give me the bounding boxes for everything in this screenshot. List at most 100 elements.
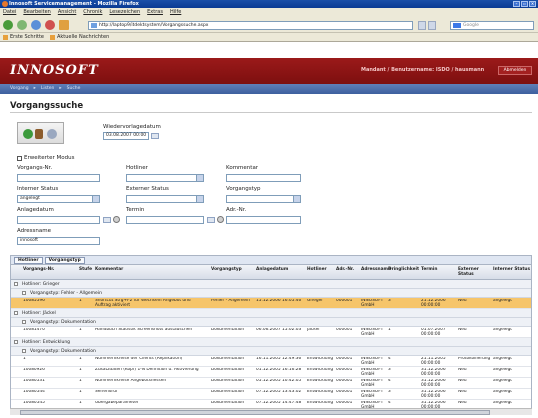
table-cell: 06.06.2007 15:02:03 <box>256 328 302 332</box>
column-header[interactable]: Anlagedatum <box>256 267 304 273</box>
calendar-icon[interactable] <box>151 133 159 139</box>
externer-status-label: Externer Status <box>126 186 169 192</box>
bookmark-erste-schritte[interactable]: Erste Schritte <box>3 33 44 41</box>
go-icon[interactable] <box>428 21 436 30</box>
table-cell: 1 <box>79 379 82 383</box>
crumb-suche[interactable]: Suche <box>67 84 81 94</box>
group-panel: Hotliner Vorgangstyp <box>11 256 531 265</box>
minimize-icon[interactable]: – <box>513 1 520 7</box>
erweitert-label: Erweiterter Modus <box>24 155 75 161</box>
kommentar-label: Kommentar <box>226 165 259 171</box>
calendar-icon[interactable] <box>103 217 111 223</box>
vorgangs-nr-input[interactable] <box>17 174 100 182</box>
search-go-icon[interactable] <box>23 129 33 139</box>
back-icon[interactable] <box>3 20 13 30</box>
collapse-icon[interactable] <box>14 282 18 286</box>
stop-icon[interactable] <box>45 20 55 30</box>
horizontal-scrollbar[interactable] <box>10 408 532 415</box>
anlagedatum-input[interactable] <box>17 216 100 224</box>
externer-status-select[interactable] <box>126 195 204 203</box>
hotliner-select[interactable] <box>126 174 204 182</box>
forward-icon[interactable] <box>17 20 27 30</box>
clock-icon[interactable] <box>113 216 120 223</box>
collapse-icon[interactable] <box>14 311 18 315</box>
vorgangstyp-select[interactable] <box>226 195 301 203</box>
search-input[interactable]: Google <box>450 21 534 30</box>
table-row[interactable]: 10080544 1 Seriendruf Dokumentation 07.12.20… <box>11 389 531 400</box>
adr-nr-input[interactable] <box>226 216 301 224</box>
table-cell: 000001 <box>336 368 353 372</box>
table-cell: Dokumentation <box>211 357 245 361</box>
calendar-icon[interactable] <box>207 217 215 223</box>
table-cell: Dokumentation <box>211 390 245 394</box>
group-row[interactable]: Vorgangstyp: Fehler - Allgemein <box>11 289 531 298</box>
column-header[interactable]: Termin <box>421 267 457 273</box>
collapse-icon[interactable] <box>22 320 26 324</box>
bookmark-icon <box>3 34 8 40</box>
menu-bar: Datei Bearbeiten Ansicht Chronik Lesezei… <box>0 8 538 17</box>
collapse-icon[interactable] <box>14 340 18 344</box>
table-cell: Entwicklung <box>307 357 334 361</box>
column-header[interactable]: Externer Status <box>458 267 491 277</box>
breadcrumb: Vorgang ▸ Listen ▸ Suche <box>0 84 538 94</box>
scrollbar-thumb[interactable] <box>20 410 490 415</box>
interner-status-select[interactable]: angelegt <box>17 195 100 203</box>
table-cell: 1 <box>79 401 82 405</box>
table-row[interactable]: 10080531 1 Nummernkreise Angebotsnessen Dok… <box>11 378 531 389</box>
dropdown-arrow-icon[interactable] <box>418 21 426 30</box>
reload-icon[interactable] <box>31 20 41 30</box>
menu-extras[interactable]: Extras <box>147 8 163 17</box>
group-chip-hotliner[interactable]: Hotliner <box>14 257 43 264</box>
group-row[interactable]: Vorgangstyp: Dokumentation <box>11 318 531 327</box>
column-header[interactable]: Adressname <box>361 267 391 273</box>
menu-lesezeichen[interactable]: Lesezeichen <box>109 8 140 17</box>
column-header[interactable]: Adr.-Nr. <box>336 267 360 273</box>
table-row[interactable]: 1 1 Nummernkreise der Clients (Replikation… <box>11 356 531 367</box>
group-row[interactable]: Hotliner: Entwicklung <box>11 338 531 347</box>
reset-icon[interactable] <box>47 129 57 139</box>
column-header[interactable]: Vorgangstyp <box>211 267 255 273</box>
column-header[interactable]: Hotliner <box>307 267 334 273</box>
menu-hilfe[interactable]: Hilfe <box>170 8 181 17</box>
edit-icon[interactable] <box>35 129 43 139</box>
adressname-input[interactable]: innosoft <box>17 237 100 245</box>
table-row[interactable]: 10081470 1 Handbuch Statistik Screenshots … <box>11 327 531 338</box>
column-header[interactable]: Vorgangs-Nr. <box>23 267 77 273</box>
table-cell: 000001 <box>336 401 353 405</box>
table-cell: 31.12.2006 00:00:00 <box>421 368 446 377</box>
erweitert-checkbox[interactable] <box>17 156 22 161</box>
menu-ansicht[interactable]: Ansicht <box>58 8 76 17</box>
wiedervorlage-input[interactable]: 03.08.2007 00:00 <box>103 132 149 140</box>
logout-button[interactable]: Abmelden <box>498 66 532 75</box>
group-row[interactable]: Hotliner: Jäckel <box>11 309 531 318</box>
maximize-icon[interactable]: ▫ <box>521 1 528 7</box>
table-row[interactable]: 10080926 1 Zusatzdaten (Kopf) 1-N Definiti… <box>11 367 531 378</box>
home-icon[interactable] <box>59 20 69 30</box>
table-cell: 000001 <box>336 379 353 383</box>
table-cell: 01.12.2005 16:16:28 <box>256 368 302 372</box>
column-header[interactable]: Interner Status <box>493 267 531 273</box>
table-row[interactable]: 10085596 1 Shortcut Strg+F2 für Wechseln A… <box>11 298 531 309</box>
collapse-icon[interactable] <box>22 291 26 295</box>
clock-icon[interactable] <box>217 216 224 223</box>
kommentar-input[interactable] <box>226 174 301 182</box>
column-header[interactable]: Kommentar <box>95 267 207 273</box>
group-row[interactable]: Vorgangstyp: Dokumentation <box>11 347 531 356</box>
menu-chronik[interactable]: Chronik <box>83 8 102 17</box>
column-header[interactable]: Stufe <box>79 267 93 273</box>
bookmark-nachrichten[interactable]: Aktuelle Nachrichten <box>49 33 109 41</box>
menu-datei[interactable]: Datei <box>3 8 16 17</box>
menu-bearbeiten[interactable]: Bearbeiten <box>23 8 50 17</box>
collapse-icon[interactable] <box>22 349 26 353</box>
termin-input[interactable] <box>126 216 204 224</box>
crumb-vorgang[interactable]: Vorgang <box>10 84 29 94</box>
address-bar[interactable]: http://laptop9/itdektsystem/Vorgangssuch… <box>88 21 413 30</box>
group-row[interactable]: Hotliner: Grieger <box>11 280 531 289</box>
group-chip-vorgangstyp[interactable]: Vorgangstyp <box>44 257 85 264</box>
close-icon[interactable]: × <box>529 1 536 7</box>
column-header[interactable]: Dringlichkeit <box>388 267 420 273</box>
table-cell: 31.12.2006 00:00:00 <box>421 379 446 388</box>
table-cell: angelegt <box>493 379 512 383</box>
crumb-listen[interactable]: Listen <box>41 84 55 94</box>
table-cell: Entwicklung <box>307 390 334 394</box>
